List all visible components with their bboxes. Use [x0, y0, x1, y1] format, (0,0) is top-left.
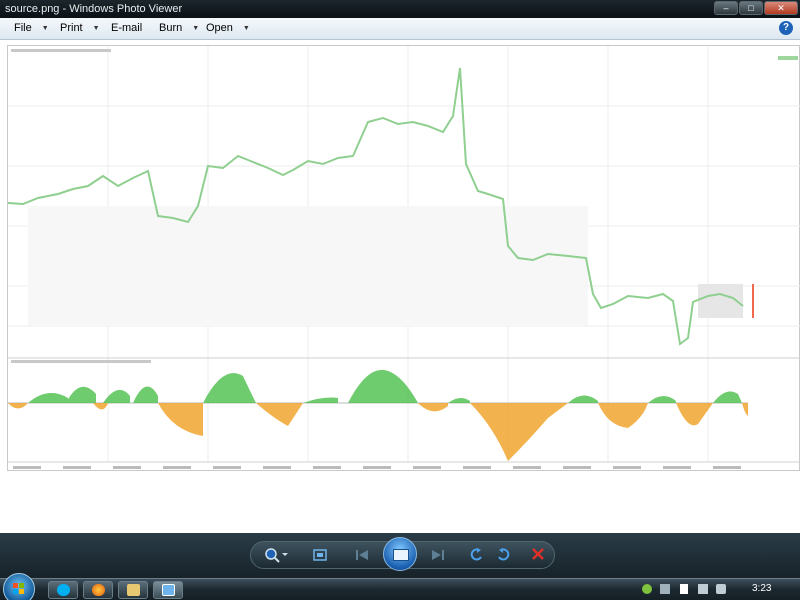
menu-burn[interactable]: Burn ▼	[159, 22, 199, 34]
viewer-control-bar	[0, 533, 800, 578]
skype-icon	[57, 584, 70, 596]
chevron-down-icon: ▼	[242, 24, 250, 32]
tray-nvidia-icon[interactable]	[660, 584, 670, 594]
menu-print[interactable]: Print ▼	[60, 22, 100, 34]
previous-icon[interactable]	[352, 548, 372, 565]
chevron-down-icon: ▼	[41, 24, 49, 32]
minimize-button[interactable]: –	[714, 1, 738, 15]
menu-bar: File ▼ Print ▼ E-mail Burn ▼ Open ▼ ?	[0, 18, 800, 40]
menu-burn-label: Burn	[159, 22, 183, 34]
slideshow-icon	[393, 549, 409, 561]
firefox-icon	[92, 584, 105, 596]
title-bar[interactable]: source.png - Windows Photo Viewer – □ ✕	[0, 0, 800, 18]
symbol-header-smudge	[11, 49, 111, 52]
oscillator-negative	[8, 403, 748, 461]
next-icon[interactable]	[428, 548, 448, 565]
oscillator-positive	[28, 369, 742, 403]
time-axis-ticks	[13, 466, 741, 469]
magnifier-icon[interactable]	[262, 547, 290, 566]
window-title: source.png - Windows Photo Viewer	[5, 3, 183, 15]
close-button[interactable]: ✕	[764, 1, 798, 15]
trading-chart-image	[7, 46, 800, 469]
fit-to-window-icon[interactable]	[310, 548, 330, 565]
taskbar-clock[interactable]: 3:23	[752, 583, 771, 594]
taskbar-photo-viewer[interactable]	[153, 581, 183, 599]
menu-open[interactable]: Open ▼	[206, 22, 250, 34]
windows-logo-icon	[13, 583, 24, 594]
folder-icon	[127, 584, 140, 596]
chevron-down-icon: ▼	[192, 24, 200, 32]
volume-icon[interactable]	[716, 584, 726, 594]
displayed-image	[7, 45, 800, 471]
start-button[interactable]	[3, 573, 35, 600]
photo-viewer-icon	[162, 584, 175, 596]
network-icon[interactable]	[698, 584, 708, 594]
image-viewport[interactable]	[0, 40, 800, 533]
action-center-flag-icon[interactable]	[680, 584, 688, 594]
taskbar-explorer[interactable]	[118, 581, 148, 599]
taskbar: 3:23	[0, 573, 800, 600]
chevron-down-icon: ▼	[92, 24, 100, 32]
slideshow-button[interactable]	[383, 537, 417, 571]
menu-email[interactable]: E-mail	[111, 22, 142, 34]
taskbar-firefox[interactable]	[83, 581, 113, 599]
delete-icon[interactable]	[530, 547, 546, 564]
menu-email-label: E-mail	[111, 22, 143, 34]
menu-print-label: Print	[60, 22, 83, 34]
menu-open-label: Open	[206, 22, 233, 34]
menu-file[interactable]: File ▼	[14, 22, 49, 34]
menu-file-label: File	[14, 22, 32, 34]
rotate-clockwise-icon[interactable]	[494, 547, 512, 566]
washed-region	[28, 206, 588, 326]
price-label-smudge	[778, 56, 798, 60]
help-button[interactable]: ?	[779, 21, 793, 35]
indicator-header-smudge	[11, 360, 151, 363]
rotate-counterclockwise-icon[interactable]	[468, 547, 486, 566]
tray-app-icon[interactable]	[642, 584, 652, 594]
maximize-button[interactable]: □	[739, 1, 763, 15]
taskbar-skype[interactable]	[48, 581, 78, 599]
photo-viewer-window: source.png - Windows Photo Viewer – □ ✕ …	[0, 0, 800, 578]
